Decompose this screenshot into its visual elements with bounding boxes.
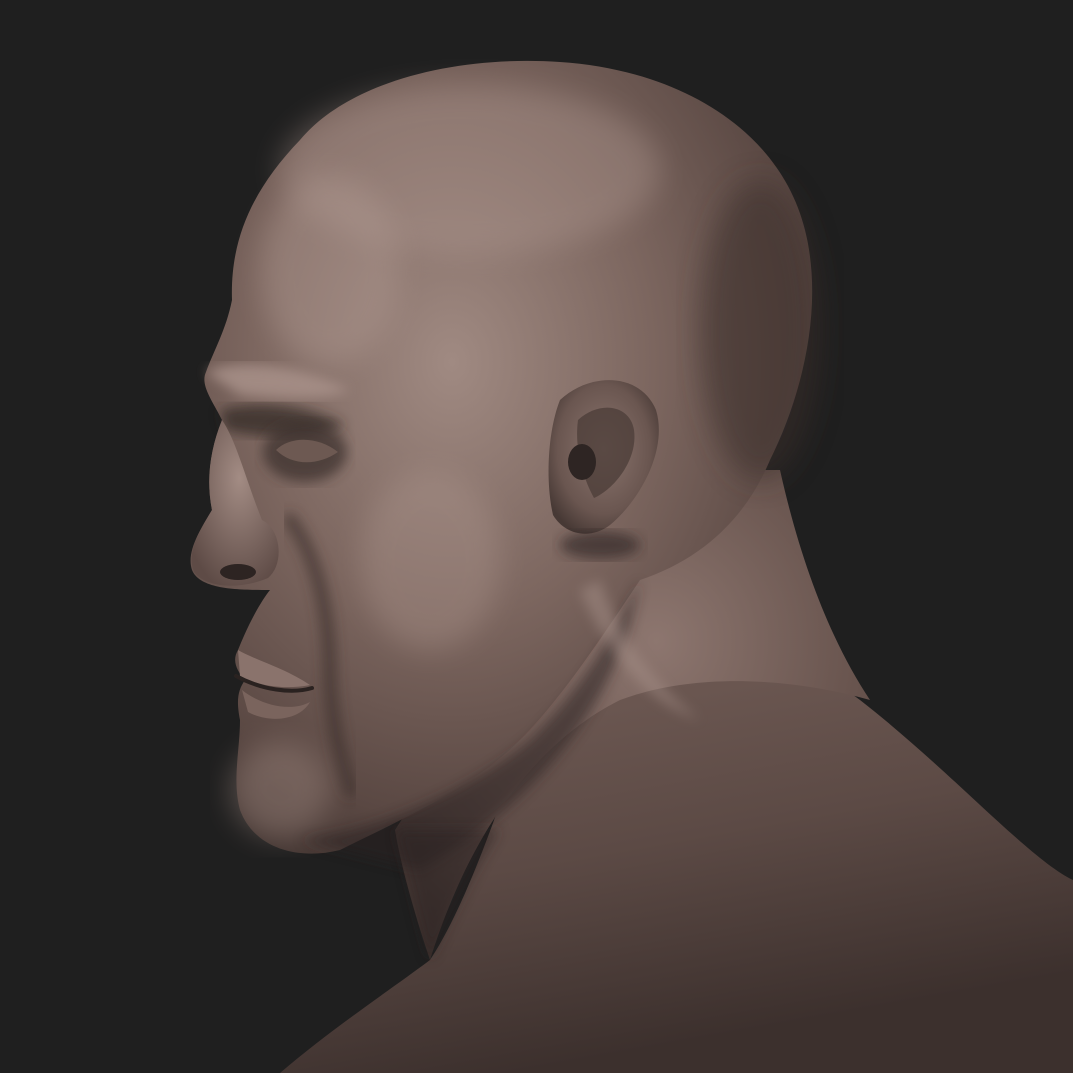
ear-canal bbox=[568, 444, 596, 480]
render-viewport bbox=[0, 0, 1073, 1073]
forehead-highlight bbox=[260, 175, 400, 365]
nostril bbox=[220, 564, 256, 580]
chin-highlight bbox=[230, 742, 330, 838]
ear-shadow bbox=[560, 531, 640, 559]
cheek-highlight bbox=[360, 470, 500, 650]
back-skull-shadow bbox=[700, 180, 820, 480]
sculpt-render bbox=[0, 0, 1073, 1073]
